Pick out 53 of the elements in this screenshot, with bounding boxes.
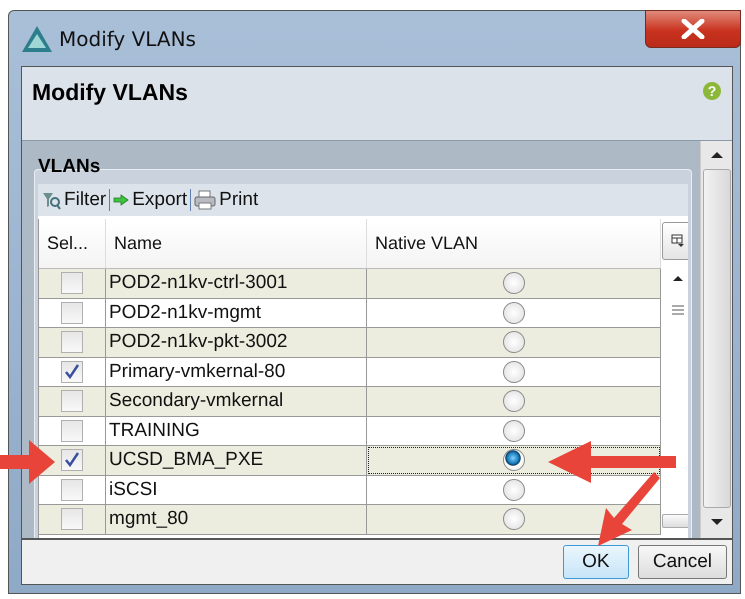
radio-button[interactable] bbox=[502, 360, 524, 383]
table-cell: Secondary-vmkernal bbox=[106, 387, 367, 416]
table-cell: POD2-n1kv-pkt-3002 bbox=[106, 328, 367, 356]
checkbox[interactable] bbox=[61, 478, 83, 501]
scroll-up-icon[interactable] bbox=[672, 274, 684, 282]
cancel-button[interactable]: Cancel bbox=[638, 545, 727, 579]
column-chooser-icon bbox=[671, 234, 685, 248]
scroll-up-icon[interactable] bbox=[710, 151, 724, 159]
column-header[interactable]: Name bbox=[106, 219, 367, 268]
table-cell: POD2-n1kv-mgmt bbox=[106, 298, 367, 327]
radio-button[interactable] bbox=[502, 449, 524, 472]
checkbox[interactable] bbox=[61, 360, 83, 383]
close-button[interactable] bbox=[645, 10, 741, 48]
funnel-icon bbox=[41, 190, 61, 210]
checkbox[interactable] bbox=[61, 331, 83, 354]
vertical-scrollbar[interactable] bbox=[700, 141, 732, 538]
table-cell: mgmt_80 bbox=[106, 505, 367, 534]
radio-button[interactable] bbox=[502, 331, 524, 354]
ok-button[interactable]: OK bbox=[562, 545, 629, 579]
radio-button[interactable] bbox=[502, 478, 524, 501]
checkbox[interactable] bbox=[61, 508, 83, 530]
radio-button[interactable] bbox=[502, 272, 524, 294]
dialog-heading: Modify VLANs bbox=[32, 79, 188, 106]
radio-button[interactable] bbox=[502, 508, 524, 530]
printer-icon bbox=[194, 190, 216, 210]
scroll-thumb[interactable] bbox=[662, 514, 688, 528]
annotation-arrow bbox=[0, 437, 57, 487]
column-chooser-button[interactable] bbox=[662, 222, 688, 260]
print-button[interactable]: Print bbox=[191, 189, 262, 211]
radio-button[interactable] bbox=[502, 390, 524, 412]
table-cell: UCSD_BMA_PXE bbox=[106, 446, 367, 474]
scroll-thumb[interactable] bbox=[702, 169, 730, 508]
filter-button[interactable]: Filter bbox=[38, 189, 110, 211]
table-cell: TRAINING bbox=[106, 416, 367, 445]
grip-icon[interactable] bbox=[671, 305, 685, 315]
checkbox[interactable] bbox=[61, 420, 83, 442]
checkbox[interactable] bbox=[61, 302, 83, 324]
triangle-logo-icon bbox=[21, 24, 53, 52]
radio-button[interactable] bbox=[502, 420, 524, 442]
checkbox[interactable] bbox=[61, 390, 83, 412]
scroll-down-icon[interactable] bbox=[710, 518, 724, 526]
table-cell: POD2-n1kv-ctrl-3001 bbox=[106, 269, 367, 298]
column-header[interactable]: Sel... bbox=[39, 219, 106, 268]
checkbox[interactable] bbox=[61, 272, 83, 294]
radio-button[interactable] bbox=[502, 302, 524, 324]
close-icon bbox=[681, 19, 705, 39]
table-cell: Primary-vmkernal-80 bbox=[106, 358, 367, 386]
checkbox[interactable] bbox=[61, 449, 83, 472]
window-title: Modify VLANs bbox=[59, 26, 196, 50]
export-button[interactable]: Export bbox=[110, 189, 190, 211]
group-title: VLANs bbox=[38, 156, 100, 178]
table-cell: iSCSI bbox=[106, 476, 367, 504]
arrow-icon bbox=[113, 194, 130, 206]
